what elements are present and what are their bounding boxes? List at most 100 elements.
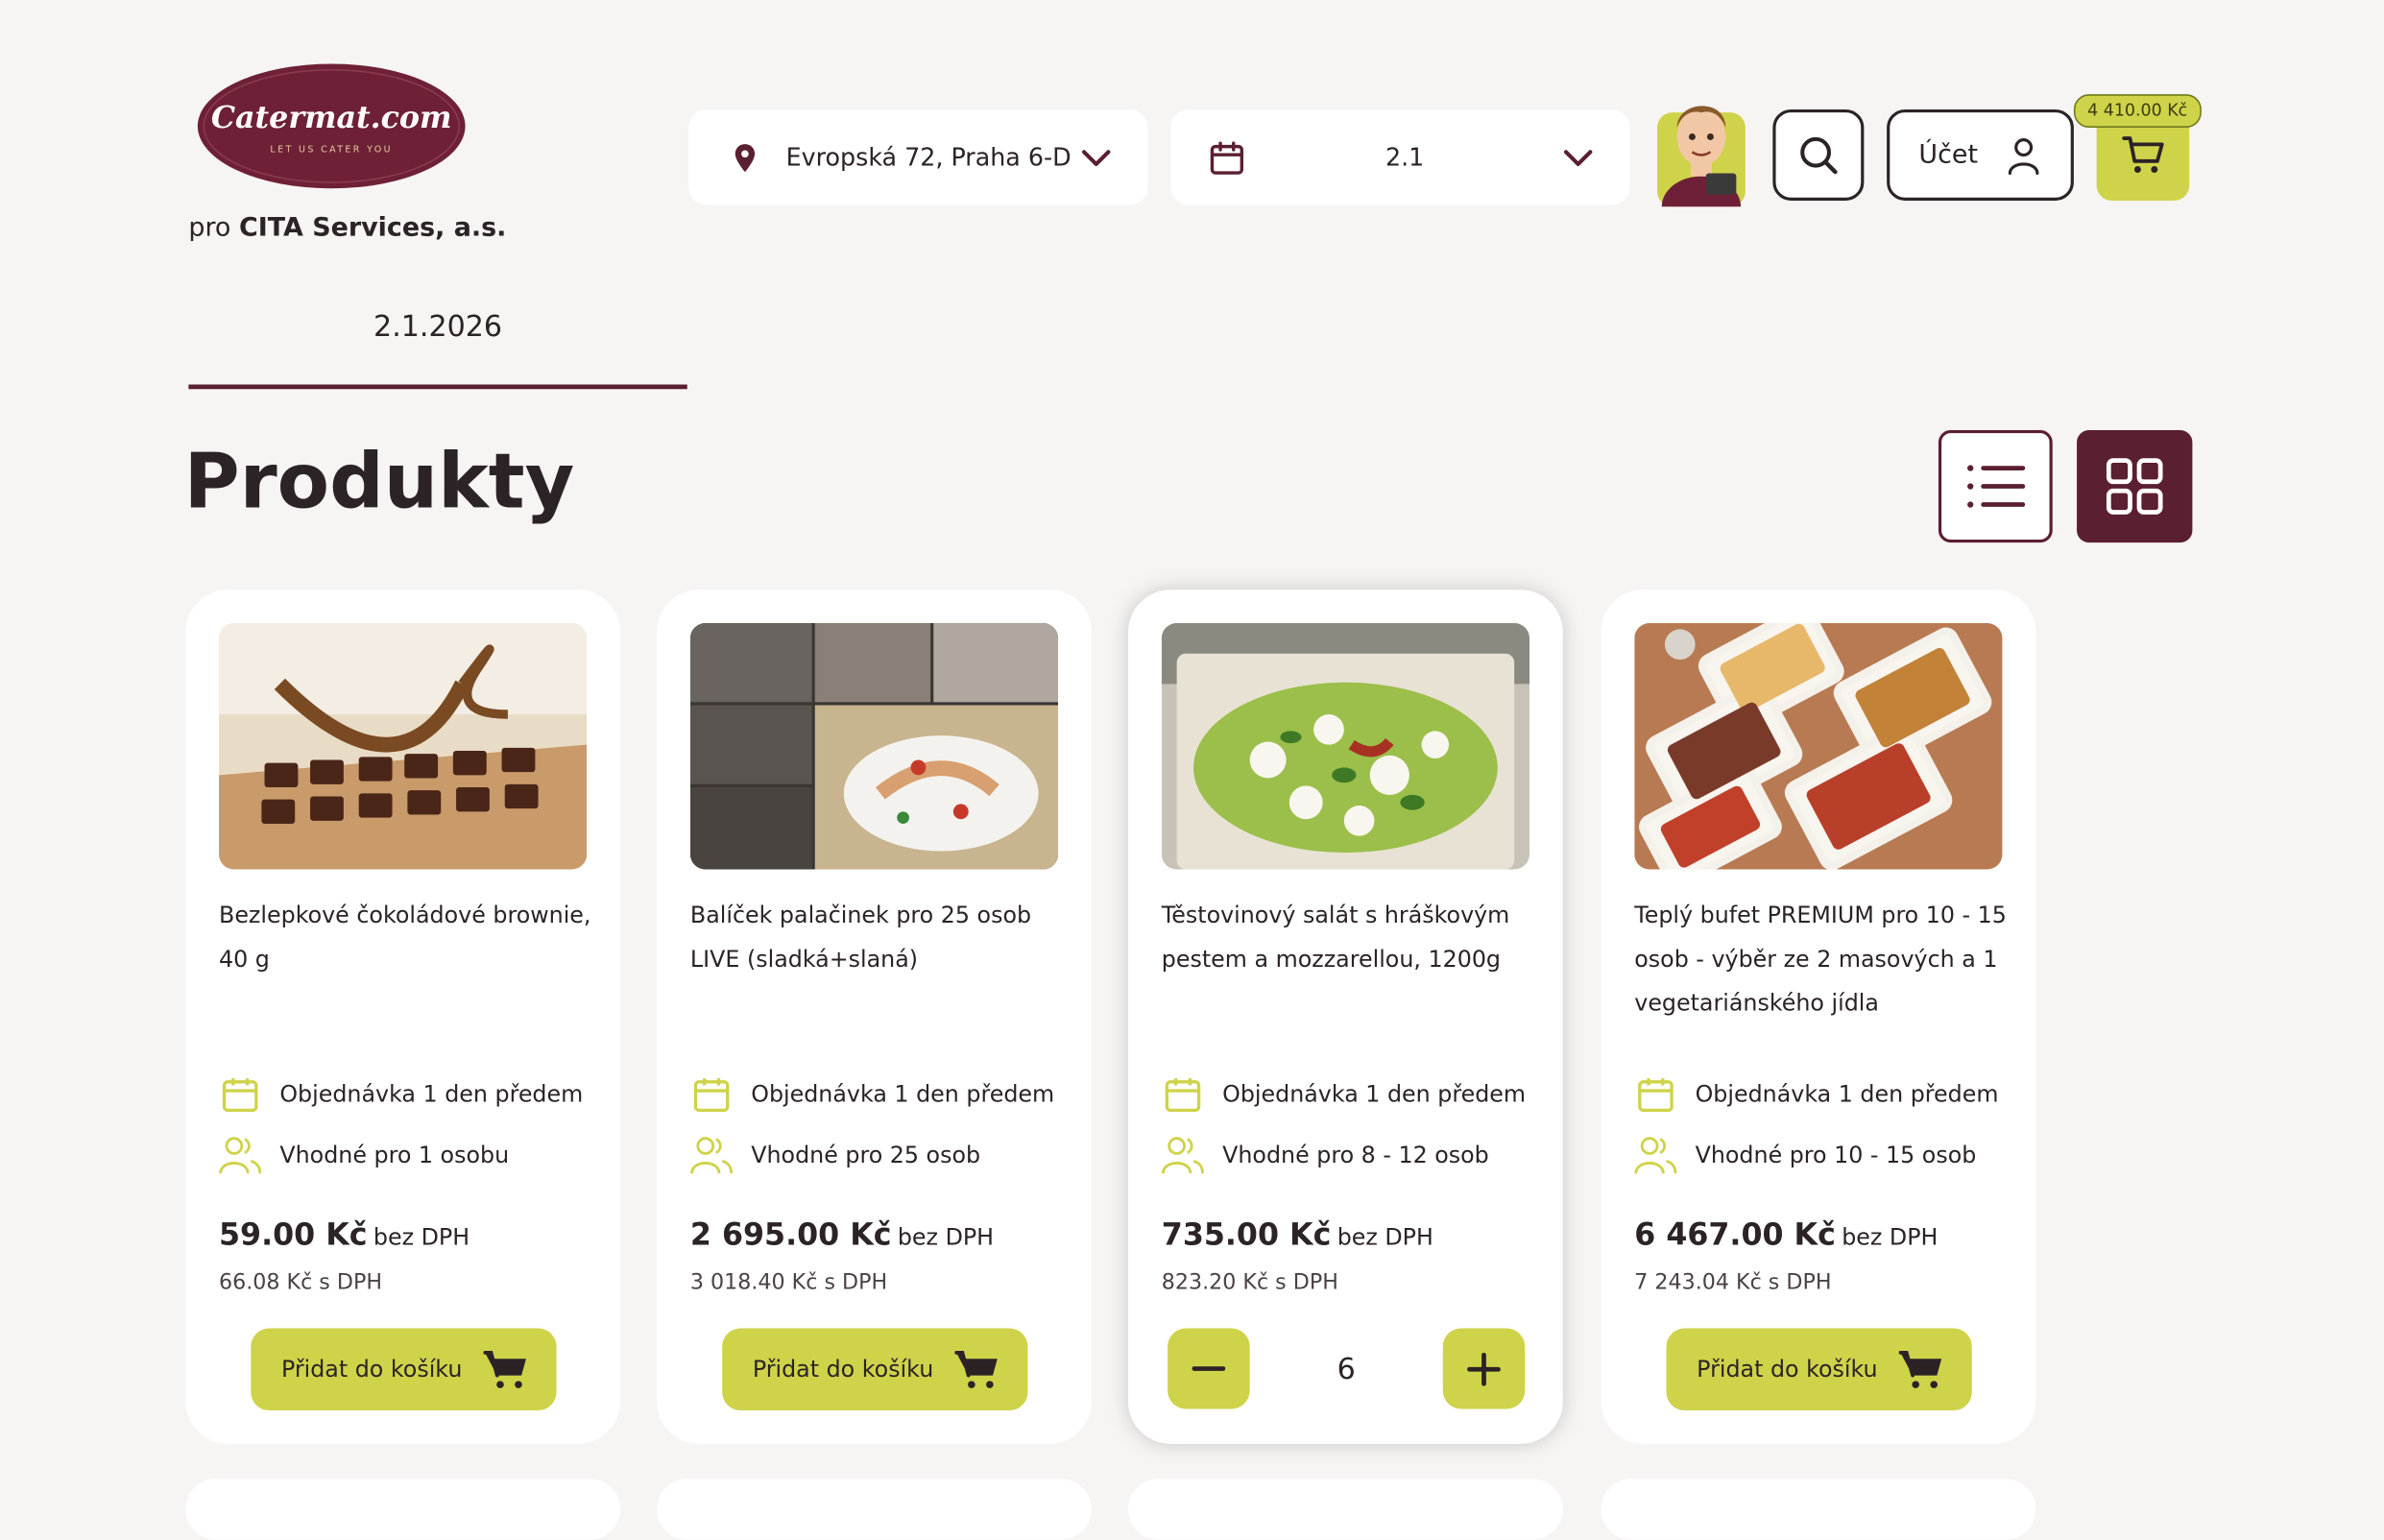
people-info-text: Vhodné pro 10 - 15 osob [1695,1141,1977,1169]
users-icon [1161,1137,1204,1174]
location-pin-icon [734,143,756,172]
date-tab[interactable]: 2.1.2026 [188,304,687,390]
assistant-avatar[interactable] [1654,85,1748,237]
user-icon [2008,138,2039,176]
add-to-cart-button[interactable]: Přidat do košíku [722,1328,1028,1411]
address-select[interactable]: Evropská 72, Praha 6-D [688,108,1148,205]
chevron-down-icon [1081,149,1111,166]
cart-icon [483,1350,526,1388]
product-card[interactable] [657,1479,1092,1540]
logo-tagline: LET US CATER YOU [270,144,393,155]
address-value: Evropská 72, Praha 6-D [785,142,1072,172]
date-select-value: 2.1 [1385,142,1425,172]
price-with-vat: 7 243.04 Kč s DPH [1634,1270,1832,1295]
quantity-value[interactable]: 6 [1250,1329,1443,1409]
price-value: 6 467.00 Kč [1634,1215,1836,1253]
quantity-decrease-button[interactable] [1168,1328,1250,1409]
product-card[interactable]: Bezlepkové čokoládové brownie, 40 g Obje… [185,590,621,1444]
order-info: Objednávka 1 den předem [1162,1073,1526,1116]
add-to-cart-button[interactable]: Přidat do košíku [1666,1328,1972,1411]
product-image[interactable] [1161,623,1530,870]
product-image[interactable] [1634,623,2003,870]
product-name[interactable]: Bezlepkové čokoládové brownie, 40 g [219,894,599,982]
people-info: Vhodné pro 25 osob [690,1134,980,1176]
add-to-cart-label: Přidat do košíku [1697,1356,1878,1384]
order-info: Objednávka 1 den předem [690,1073,1054,1116]
product-image[interactable] [219,623,588,870]
calendar-icon [222,1078,258,1113]
search-button[interactable] [1772,108,1865,201]
price-suffix: bez DPH [897,1223,995,1251]
product-card[interactable] [1601,1479,2036,1540]
brand-logo[interactable]: Catermat.com LET US CATER YOU [195,60,469,191]
logo-text: Catermat.com [211,100,452,135]
list-icon [1966,465,2025,508]
grid-view-button[interactable] [2077,429,2193,543]
product-name[interactable]: Těstovinový salát s hráškovým pestem a m… [1162,894,1542,982]
date-tab-label: 2.1.2026 [373,309,503,344]
users-icon [219,1137,262,1174]
people-info: Vhodné pro 10 - 15 osob [1634,1134,1976,1176]
price-with-vat: 66.08 Kč s DPH [219,1270,383,1295]
plus-icon [1467,1352,1501,1385]
order-info: Objednávka 1 den předem [219,1073,583,1116]
add-to-cart-button[interactable]: Přidat do košíku [251,1328,557,1411]
order-info: Objednávka 1 den předem [1634,1073,1999,1116]
order-info-text: Objednávka 1 den předem [751,1080,1055,1109]
product-card[interactable] [185,1479,621,1540]
price-suffix: bez DPH [373,1223,470,1251]
grid-icon [2106,458,2163,515]
cart-total-badge: 4 410.00 Kč [2073,94,2202,128]
product-name[interactable]: Balíček palačinek pro 25 osob LIVE (slad… [690,894,1071,982]
price-suffix: bez DPH [1336,1223,1433,1251]
price-with-vat: 3 018.40 Kč s DPH [689,1270,888,1295]
price-net: 59.00 Kč bez DPH [219,1215,470,1252]
for-prefix: pro [188,212,231,244]
product-card[interactable] [1127,1479,1563,1540]
search-icon [1800,136,1838,175]
people-info: Vhodné pro 8 - 12 osob [1161,1134,1489,1176]
add-to-cart-label: Přidat do košíku [280,1356,463,1384]
quantity-increase-button[interactable] [1442,1328,1526,1409]
price-net: 6 467.00 Kč bez DPH [1634,1215,1938,1252]
people-info-text: Vhodné pro 1 osobu [279,1141,510,1169]
people-info-text: Vhodné pro 25 osob [751,1141,981,1169]
account-label: Účet [1918,139,1979,171]
order-info-text: Objednávka 1 den předem [279,1080,584,1109]
price-value: 2 695.00 Kč [689,1215,892,1253]
add-to-cart-label: Přidat do košíku [752,1356,934,1384]
price-with-vat: 823.20 Kč s DPH [1161,1270,1338,1295]
product-name[interactable]: Teplý bufet PREMIUM pro 10 - 15 osob - v… [1634,894,2014,1026]
price-net: 2 695.00 Kč bez DPH [690,1215,994,1252]
minus-icon [1192,1365,1226,1371]
page-title: Produkty [183,437,575,526]
date-tab-underline [188,384,687,390]
product-image[interactable] [689,623,1059,870]
company-line: pro CITA Services, a.s. [188,213,506,244]
price-value: 735.00 Kč [1161,1215,1332,1253]
price-suffix: bez DPH [1842,1223,1939,1251]
calendar-icon [1210,140,1244,174]
company-name: CITA Services, a.s. [238,212,507,244]
chevron-down-icon [1563,149,1593,166]
cart-icon [2121,136,2163,173]
cart-icon [954,1350,998,1388]
order-info-text: Objednávka 1 den předem [1222,1080,1527,1109]
cart-icon [1898,1350,1942,1388]
people-info-text: Vhodné pro 8 - 12 osob [1222,1141,1489,1169]
price-value: 59.00 Kč [219,1215,368,1253]
price-net: 735.00 Kč bez DPH [1162,1215,1433,1252]
product-card[interactable]: Balíček palačinek pro 25 osob LIVE (slad… [657,590,1092,1444]
calendar-icon [1165,1078,1201,1113]
account-button[interactable]: Účet [1887,108,2074,201]
list-view-button[interactable] [1938,429,2053,543]
order-info-text: Objednávka 1 den předem [1695,1080,1999,1109]
product-card[interactable]: Těstovinový salát s hráškovým pestem a m… [1127,590,1563,1444]
users-icon [1634,1137,1677,1174]
calendar-icon [1638,1078,1674,1113]
users-icon [690,1137,734,1174]
calendar-icon [693,1078,730,1113]
date-select[interactable]: 2.1 [1170,108,1630,205]
product-card[interactable]: Teplý bufet PREMIUM pro 10 - 15 osob - v… [1601,590,2036,1444]
people-info: Vhodné pro 1 osobu [219,1134,509,1176]
